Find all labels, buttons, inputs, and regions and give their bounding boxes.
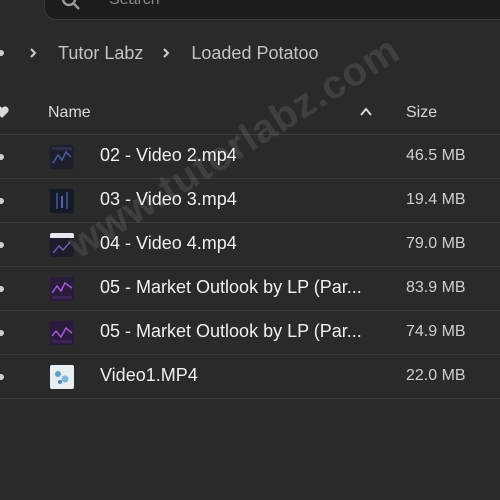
file-list: Name Size 02 - Video 2.mp4 46.5 MB 03 - … (0, 92, 500, 399)
breadcrumb: Tutor Labz Loaded Potatoo (0, 40, 337, 66)
file-name[interactable]: 03 - Video 3.mp4 (100, 189, 382, 210)
file-row[interactable]: 04 - Video 4.mp4 79.0 MB (0, 223, 500, 267)
file-size: 46.5 MB (406, 147, 466, 164)
chevron-up-icon[interactable] (360, 107, 372, 117)
video-thumbnail-icon (50, 145, 74, 169)
video-thumbnail-icon (50, 189, 74, 213)
file-size: 83.9 MB (406, 279, 466, 296)
video-thumbnail-icon (50, 233, 74, 257)
video-thumbnail-icon (50, 365, 74, 389)
search-icon (61, 0, 80, 10)
column-header-name[interactable]: Name (48, 104, 91, 122)
row-selector-icon[interactable] (0, 242, 4, 248)
video-thumbnail-icon (50, 321, 74, 345)
row-selector-icon[interactable] (0, 286, 4, 292)
row-selector-icon[interactable] (0, 330, 4, 336)
file-name[interactable]: Video1.MP4 (100, 365, 382, 386)
breadcrumb-item-current[interactable]: Loaded Potatoo (191, 43, 318, 64)
file-name[interactable]: 05 - Market Outlook by LP (Par... (100, 277, 382, 298)
file-size: 19.4 MB (406, 191, 466, 208)
file-row[interactable]: 02 - Video 2.mp4 46.5 MB (0, 135, 500, 179)
file-size: 22.0 MB (406, 367, 466, 384)
search-placeholder: Search (109, 0, 160, 9)
file-name[interactable]: 02 - Video 2.mp4 (100, 145, 382, 166)
search-input[interactable]: Search (44, 0, 500, 20)
row-selector-icon[interactable] (0, 154, 4, 160)
file-size: 74.9 MB (406, 323, 466, 340)
chevron-right-icon (30, 48, 37, 58)
video-thumbnail-icon (50, 277, 74, 301)
row-selector-icon[interactable] (0, 198, 4, 204)
file-row[interactable]: 05 - Market Outlook by LP (Par... 74.9 M… (0, 311, 500, 355)
column-header-size[interactable]: Size (406, 104, 437, 122)
chevron-right-icon (163, 48, 170, 58)
breadcrumb-more-icon[interactable] (0, 50, 4, 56)
file-size: 79.0 MB (406, 235, 466, 252)
file-list-header: Name Size (0, 92, 500, 135)
file-browser-page: Search Tutor Labz Loaded Potatoo Name Si… (0, 0, 500, 500)
row-selector-icon[interactable] (0, 374, 4, 380)
breadcrumb-item[interactable]: Tutor Labz (58, 43, 143, 64)
file-row[interactable]: Video1.MP4 22.0 MB (0, 355, 500, 399)
file-name[interactable]: 04 - Video 4.mp4 (100, 233, 382, 254)
file-row[interactable]: 05 - Market Outlook by LP (Par... 83.9 M… (0, 267, 500, 311)
heart-icon[interactable] (0, 104, 10, 120)
file-name[interactable]: 05 - Market Outlook by LP (Par... (100, 321, 382, 342)
file-row[interactable]: 03 - Video 3.mp4 19.4 MB (0, 179, 500, 223)
